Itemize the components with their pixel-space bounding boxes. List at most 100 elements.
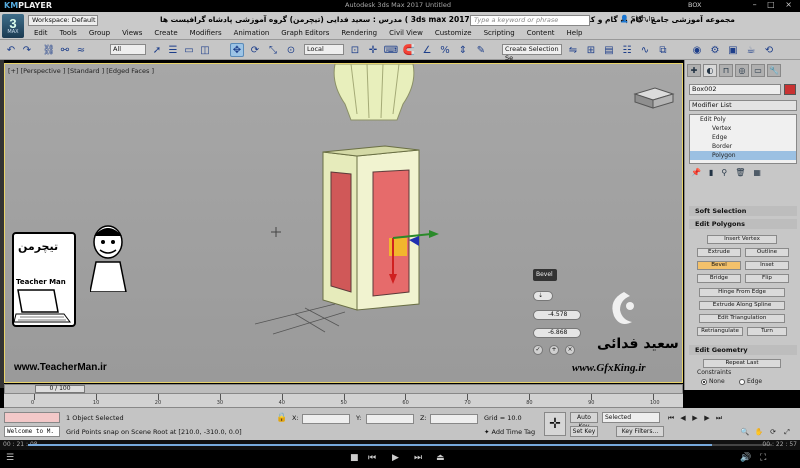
render-production-icon[interactable]: ☕	[744, 43, 758, 57]
hinge-from-edge-button[interactable]: Hinge From Edge	[699, 288, 785, 297]
place-icon[interactable]: ⊙	[284, 43, 298, 57]
render-iterative-icon[interactable]: ⟲	[762, 43, 776, 57]
radio-none[interactable]	[701, 378, 707, 385]
object-color-swatch[interactable]	[784, 84, 796, 95]
display-tab-icon[interactable]: ▭	[751, 64, 765, 77]
motion-tab-icon[interactable]: ◎	[735, 64, 749, 77]
window-crossing-icon[interactable]: ◫	[198, 43, 212, 57]
constraint-edge[interactable]: Edge	[739, 378, 762, 385]
mirror-icon[interactable]: ⇋	[566, 43, 580, 57]
keyboard-shortcut-icon[interactable]: ⌨	[384, 43, 398, 57]
z-coordinate-field[interactable]	[430, 414, 478, 424]
maxscript-welcome[interactable]: Welcome to M.	[4, 426, 60, 437]
pin-stack-icon[interactable]: 📌	[691, 168, 701, 180]
make-unique-icon[interactable]: ⚲	[721, 168, 727, 180]
maximize-viewport-icon[interactable]: ⤢	[782, 428, 792, 437]
modifier-list-dropdown[interactable]: Modifier List	[689, 100, 797, 111]
time-slider[interactable]: 0 / 100	[35, 385, 85, 393]
x-coordinate-field[interactable]	[302, 414, 350, 424]
video-menu-icon[interactable]: ☰	[6, 453, 14, 463]
selection-set-dropdown[interactable]: Selected	[602, 412, 660, 423]
radio-edge[interactable]	[739, 378, 745, 385]
video-volume-icon[interactable]: 🔊	[740, 453, 751, 463]
create-tab-icon[interactable]: ✚	[687, 64, 701, 77]
object-name-field[interactable]: Box002	[689, 84, 781, 95]
menu-graph-editors[interactable]: Graph Editors	[275, 28, 335, 39]
constraint-none[interactable]: None	[701, 378, 725, 385]
workspace-dropdown[interactable]: Workspace: Default	[28, 15, 98, 26]
rectangular-selection-icon[interactable]: ▭	[182, 43, 196, 57]
snap-toggle-icon[interactable]: 🧲	[402, 43, 416, 57]
configure-sets-icon[interactable]: ▦	[753, 168, 761, 180]
schematic-view-icon[interactable]: ⧉	[656, 43, 670, 57]
menu-tools[interactable]: Tools	[54, 28, 83, 39]
menu-group[interactable]: Group	[83, 28, 116, 39]
menu-content[interactable]: Content	[521, 28, 561, 39]
edit-named-selection-icon[interactable]: ✎	[474, 43, 488, 57]
rendered-frame-window-icon[interactable]: ▣	[726, 43, 740, 57]
caddy-height-field[interactable]: -4.578	[533, 310, 581, 320]
outline-button[interactable]: Outline	[745, 248, 789, 257]
select-by-name-icon[interactable]: ☰	[166, 43, 180, 57]
maxscript-listener[interactable]	[4, 412, 60, 423]
select-and-scale-icon[interactable]: ⤡	[266, 43, 280, 57]
link-icon[interactable]: ⛓	[42, 43, 56, 57]
lock-selection-icon[interactable]: 🔒	[276, 413, 287, 423]
menu-rendering[interactable]: Rendering	[335, 28, 383, 39]
remove-modifier-icon[interactable]: 🗑	[735, 168, 745, 180]
curve-editor-icon[interactable]: ∿	[638, 43, 652, 57]
hierarchy-tab-icon[interactable]: ⊓	[719, 64, 733, 77]
redo-icon[interactable]: ↷	[20, 43, 34, 57]
show-end-result-icon[interactable]: ▮	[709, 168, 713, 180]
viewcube-icon[interactable]	[633, 87, 675, 109]
box002-object[interactable]	[322, 145, 420, 311]
insert-vertex-button[interactable]: Insert Vertex	[707, 235, 777, 244]
manipulate-icon[interactable]: ✛	[366, 43, 380, 57]
named-selection-sets-dropdown[interactable]: Create Selection Se	[502, 44, 562, 62]
video-prev-icon[interactable]: ⏮	[368, 453, 376, 463]
percent-snap-icon[interactable]: %	[438, 43, 452, 57]
video-eject-icon[interactable]: ⏏	[436, 453, 445, 463]
sign-in-button[interactable]: 👤 Sign In	[620, 15, 655, 23]
video-progress-bar[interactable]: 00 : 21 : 08 00 : 22 : 57	[0, 440, 800, 450]
caddy-cancel-icon[interactable]: ×	[565, 345, 575, 355]
player-box-label[interactable]: BOX	[688, 1, 702, 9]
player-window-buttons[interactable]: – □ ×	[753, 0, 796, 9]
stack-item-vertex[interactable]: Vertex	[690, 124, 796, 133]
video-stop-icon[interactable]: ■	[350, 453, 359, 463]
reference-coordinate-dropdown[interactable]: Local	[304, 44, 344, 55]
video-play-icon[interactable]: ▶	[392, 453, 399, 463]
layer-explorer-icon[interactable]: ☷	[620, 43, 634, 57]
go-to-end-icon[interactable]: ⏭	[714, 414, 724, 423]
render-setup-icon[interactable]: ⚙	[708, 43, 722, 57]
extrude-along-spline-button[interactable]: Extrude Along Spline	[699, 301, 785, 310]
selection-filter-dropdown[interactable]: All	[110, 44, 146, 55]
select-and-rotate-icon[interactable]: ⟳	[248, 43, 262, 57]
menu-modifiers[interactable]: Modifiers	[184, 28, 228, 39]
stack-item-edge[interactable]: Edge	[690, 133, 796, 142]
pivot-center-icon[interactable]: ⊡	[348, 43, 362, 57]
set-keys-icon[interactable]: ✛	[544, 412, 566, 436]
previous-frame-icon[interactable]: ◀	[678, 414, 688, 423]
orbit-icon[interactable]: ⟳	[768, 428, 778, 437]
bind-space-warp-icon[interactable]: ≈	[74, 43, 88, 57]
play-icon[interactable]: ▶	[690, 414, 700, 423]
menu-animation[interactable]: Animation	[228, 28, 276, 39]
go-to-start-icon[interactable]: ⏮	[666, 414, 676, 423]
material-editor-icon[interactable]: ◉	[690, 43, 704, 57]
menu-help[interactable]: Help	[561, 28, 589, 39]
video-track[interactable]	[28, 444, 772, 446]
turn-button[interactable]: Turn	[747, 327, 787, 336]
undo-icon[interactable]: ↶	[4, 43, 18, 57]
edit-geometry-rollout[interactable]: Edit Geometry	[689, 345, 797, 355]
select-and-move-icon[interactable]: ✥	[230, 43, 244, 57]
video-next-icon[interactable]: ⏭	[414, 453, 422, 463]
extrude-button[interactable]: Extrude	[697, 248, 741, 257]
menu-create[interactable]: Create	[148, 28, 183, 39]
align-icon[interactable]: ⊞	[584, 43, 598, 57]
inset-button[interactable]: Inset	[745, 261, 789, 270]
edit-polygons-rollout[interactable]: Edit Polygons	[689, 219, 797, 229]
retriangulate-button[interactable]: Retriangulate	[697, 327, 743, 336]
track-bar[interactable]: 0 10 20 30 40 50 60 70 80 90 100	[4, 394, 683, 408]
video-fullscreen-icon[interactable]: ⛶	[760, 453, 766, 463]
